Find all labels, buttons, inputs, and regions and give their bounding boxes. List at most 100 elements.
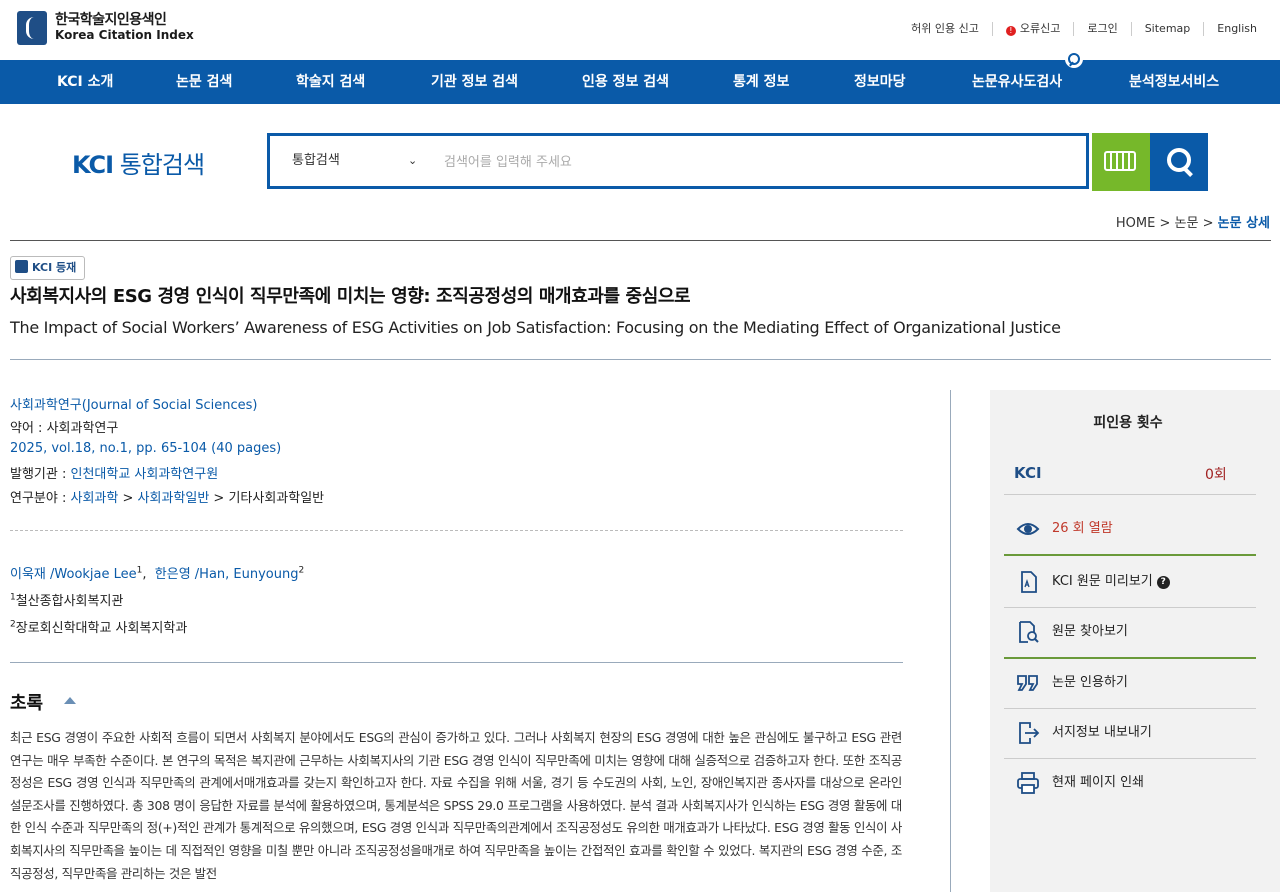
search-scope-select[interactable]: 통합검색	[292, 136, 340, 186]
issue-link[interactable]: 2025, vol.18, no.1, pp. 65-104 (40 pages…	[10, 441, 281, 456]
cite-article-button[interactable]: 논문 인용하기	[1004, 658, 1256, 709]
view-count-row: 26 회 열람	[1004, 504, 1256, 556]
print-page-label: 현재 페이지 인쇄	[1052, 775, 1144, 790]
alert-icon: !	[1005, 26, 1016, 36]
kci-registered-badge: KCI 등재	[10, 256, 86, 280]
virtual-keyboard-button[interactable]	[1092, 133, 1150, 191]
affiliation-2: 2장로회신학대학교 사회복지학과	[10, 617, 187, 636]
keyboard-icon	[1104, 151, 1136, 171]
sitemap-link[interactable]: Sitemap	[1130, 22, 1204, 36]
view-count: 26 회 열람	[1052, 521, 1113, 536]
find-original-button[interactable]: 원문 찾아보기	[1004, 607, 1256, 659]
help-icon[interactable]: ?	[1156, 576, 1170, 589]
search-box: 통합검색 ⌄	[267, 133, 1089, 189]
article-title-ko: 사회복지사의 ESG 경영 인식이 직무만족에 미치는 영향: 조직공정성의 매…	[10, 286, 691, 307]
kci-logo-mark-icon	[17, 11, 47, 45]
top-bar: 한국학술지인용색인 Korea Citation Index 허위 인용 신고 …	[0, 0, 1280, 60]
divider	[10, 662, 903, 663]
kci-badge-icon	[15, 260, 28, 273]
search-brand: KCI	[72, 151, 114, 179]
search-button[interactable]	[1150, 133, 1208, 191]
author-sup-1: 1	[136, 565, 143, 576]
utility-links: 허위 인용 신고 ! 오류신고 로그인 Sitemap English	[898, 22, 1270, 36]
search-brand-suffix: 통합검색	[119, 151, 205, 179]
main-nav: KCI 소개 논문 검색 학술지 검색 기관 정보 검색 인용 정보 검색 통계…	[0, 60, 1280, 104]
field-value-3: 기타사회과학일반	[228, 491, 325, 506]
nav-citation-search[interactable]: 인용 정보 검색	[582, 60, 669, 104]
eye-icon	[1016, 523, 1040, 535]
quote-icon	[1017, 675, 1038, 691]
nav-journal-search[interactable]: 학술지 검색	[296, 60, 365, 104]
abstract-text: 최근 ESG 경영이 주요한 사회적 흐름이 되면서 사회복지 분야에서도 ES…	[10, 730, 902, 881]
research-field: 연구분야 : 사회과학 > 사회과학일반 > 기타사회과학일반	[10, 491, 325, 506]
citation-panel: 피인용 횟수 KCI 0회 26 회 열람 KCI 원문 미리보기? 원문 찾아…	[990, 390, 1280, 892]
author-link-1[interactable]: 이욱재 /Wookjae Lee	[10, 567, 137, 582]
abstract-heading: 초록	[10, 693, 44, 714]
field-label: 연구분야 :	[10, 491, 71, 506]
false-citation-report-link[interactable]: 허위 인용 신고	[898, 22, 992, 36]
english-link[interactable]: English	[1203, 22, 1270, 36]
login-link[interactable]: 로그인	[1073, 22, 1130, 36]
breadcrumb-sep: >	[1159, 216, 1171, 231]
publisher-label: 발행기관 :	[10, 467, 71, 482]
citation-count-heading: 피인용 횟수	[1093, 415, 1163, 431]
pdf-file-icon	[1021, 571, 1037, 593]
nav-institution-search[interactable]: 기관 정보 검색	[431, 60, 518, 104]
breadcrumb-home[interactable]: HOME	[1116, 216, 1155, 231]
authors: 이욱재 /Wookjae Lee1, 한은영 /Han, Eunyoung2	[10, 565, 305, 582]
search-input[interactable]	[442, 136, 1046, 188]
kci-preview-label: KCI 원문 미리보기?	[1052, 557, 1170, 607]
divider	[10, 359, 1271, 360]
error-report-link[interactable]: ! 오류신고	[991, 22, 1073, 36]
breadcrumb-article[interactable]: 논문	[1175, 216, 1199, 231]
journal-abbr: 약어 : 사회과학연구	[10, 417, 118, 436]
logo-title-ko: 한국학술지인용색인	[55, 12, 167, 28]
affiliation-name-2: 장로회신학대학교 사회복지학과	[15, 621, 188, 636]
field-link-1[interactable]: 사회과학	[71, 491, 119, 506]
author-sup-2: 2	[298, 565, 305, 576]
author-link-2[interactable]: 한은영 /Han, Eunyoung	[155, 567, 299, 582]
affiliation-1: 1철산종합사회복지관	[10, 590, 123, 609]
nav-analysis-service[interactable]: 분석정보서비스	[1129, 60, 1219, 104]
nav-statistics[interactable]: 통계 정보	[733, 60, 789, 104]
article-title-en: The Impact of Social Workers’ Awareness …	[10, 318, 1061, 337]
kci-preview-text: KCI 원문 미리보기	[1052, 574, 1153, 589]
search-icon-handle	[1183, 167, 1193, 177]
publisher: 발행기관 : 인천대학교 사회과학연구원	[10, 463, 218, 482]
dashed-divider	[10, 530, 903, 531]
print-page-button[interactable]: 현재 페이지 인쇄	[1004, 758, 1256, 808]
collapse-caret-icon[interactable]	[64, 697, 76, 704]
document-search-icon	[1019, 621, 1039, 643]
column-divider	[950, 390, 951, 892]
nav-similarity-check[interactable]: 논문유사도검사	[972, 60, 1062, 104]
find-original-label: 원문 찾아보기	[1052, 624, 1128, 639]
logo-title-en: Korea Citation Index	[55, 28, 194, 42]
export-bibliography-label: 서지정보 내보내기	[1052, 725, 1152, 740]
badge-label: KCI 등재	[32, 261, 77, 274]
publisher-link[interactable]: 인천대학교 사회과학연구원	[71, 467, 219, 482]
abbr-value: 사회과학연구	[46, 421, 119, 436]
nav-article-search[interactable]: 논문 검색	[176, 60, 232, 104]
export-icon	[1019, 722, 1040, 744]
nav-kci-intro[interactable]: KCI 소개	[57, 60, 113, 104]
kci-preview-button[interactable]: KCI 원문 미리보기?	[1004, 557, 1256, 608]
field-link-2[interactable]: 사회과학일반	[138, 491, 210, 506]
breadcrumb-current: 논문 상세	[1217, 216, 1270, 231]
printer-icon	[1017, 772, 1039, 794]
chevron-down-icon[interactable]: ⌄	[408, 136, 417, 186]
divider	[10, 240, 1271, 241]
error-report-label: 오류신고	[1019, 22, 1061, 35]
abbr-label: 약어 :	[10, 421, 47, 436]
cite-article-label: 논문 인용하기	[1052, 675, 1128, 690]
nav-info[interactable]: 정보마당	[854, 60, 906, 104]
export-bibliography-button[interactable]: 서지정보 내보내기	[1004, 708, 1256, 759]
kci-logo[interactable]: 한국학술지인용색인 Korea Citation Index	[17, 11, 194, 45]
affiliation-name-1: 철산종합사회복지관	[15, 594, 124, 609]
breadcrumb: HOME > 논문 > 논문 상세	[1116, 212, 1270, 231]
panel-separator	[1004, 444, 1256, 495]
similarity-magnifier-icon	[1065, 50, 1083, 68]
journal-link[interactable]: 사회과학연구(Journal of Social Sciences)	[10, 394, 258, 413]
kci-integrated-search-logo: KCI 통합검색	[72, 145, 205, 180]
breadcrumb-sep: >	[1202, 216, 1214, 231]
logo-text: 한국학술지인용색인 Korea Citation Index	[55, 13, 194, 43]
